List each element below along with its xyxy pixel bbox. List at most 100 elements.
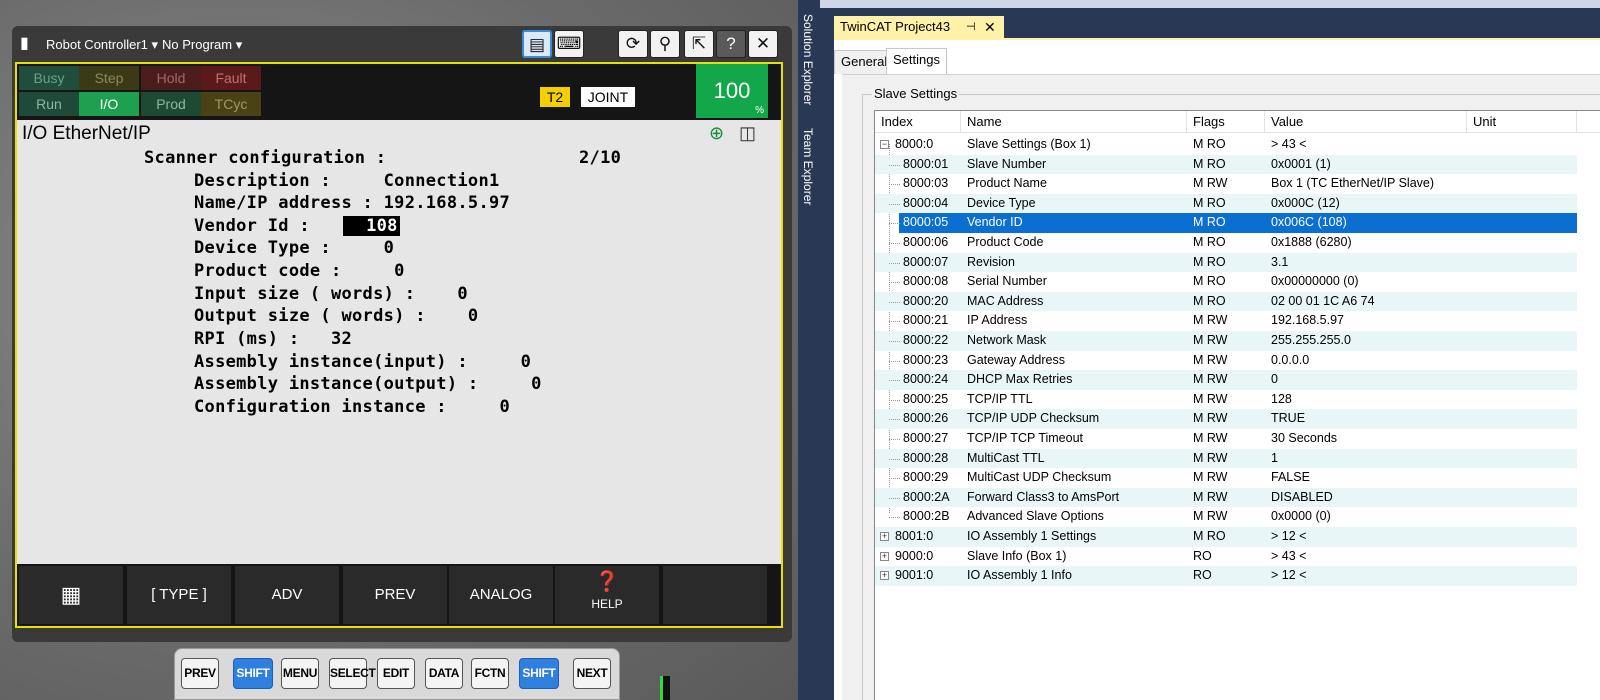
table-row[interactable]: 8000:27 TCP/IP TCP Timeout M RW 30 Secon…: [875, 429, 1577, 449]
robot-button[interactable]: ⚲: [650, 30, 680, 58]
softkey-blank[interactable]: [663, 566, 767, 624]
description-line[interactable]: Description : Connection1: [194, 171, 500, 191]
refresh-button[interactable]: ⟳: [618, 30, 648, 58]
asm-output-line[interactable]: Assembly instance(output) : 0: [194, 374, 542, 394]
pin-icon[interactable]: ⊣: [966, 16, 976, 38]
table-row-selected[interactable]: 8000:05 Vendor ID M RO 0x006C (108): [899, 213, 1577, 233]
close-button[interactable]: ✕: [748, 30, 778, 58]
table-row[interactable]: 8000:08 Serial Number M RO 0x00000000 (0…: [875, 272, 1577, 292]
tab-settings[interactable]: Settings: [886, 48, 947, 74]
expand-icon[interactable]: +: [880, 532, 889, 541]
zoom-icon[interactable]: ⊕: [709, 123, 724, 144]
controller-selector[interactable]: Robot Controller1 ▾: [46, 37, 158, 53]
tree-branch: [889, 184, 901, 186]
expand-icon[interactable]: +: [880, 571, 889, 581]
help-button[interactable]: ?: [716, 30, 746, 58]
table-row[interactable]: 8000:22 Network Mask M RW 255.255.255.0: [875, 331, 1577, 351]
collapse-icon[interactable]: −: [880, 140, 889, 149]
tree-branch: [889, 243, 901, 244]
row-index: 8000:01: [903, 156, 949, 171]
key-next[interactable]: NEXT: [573, 658, 611, 689]
key-data[interactable]: DATA: [425, 658, 463, 689]
keyboard-button[interactable]: ⌨: [554, 30, 584, 58]
settings-grid: Index Name Flags Value Unit − 8000:0 Sla…: [874, 110, 1600, 700]
table-row[interactable]: + 9000:0 Slave Info (Box 1) RO > 43 <: [875, 547, 1577, 567]
table-row[interactable]: 8000:23 Gateway Address M RW 0.0.0.0: [875, 351, 1577, 371]
coord-badge[interactable]: JOINT: [581, 87, 635, 107]
col-flags[interactable]: Flags: [1187, 111, 1265, 133]
row-value: DISABLED: [1271, 489, 1333, 504]
table-row[interactable]: 8000:2A Forward Class3 to AmsPort M RW D…: [875, 487, 1577, 508]
table-row[interactable]: 8000:20 MAC Address M RO 02 00 01 1C A6 …: [875, 291, 1577, 312]
table-row[interactable]: 8000:2B Advanced Slave Options M RW 0x00…: [875, 507, 1577, 527]
table-row[interactable]: + 8001:0 IO Assembly 1 Settings M RO > 1…: [875, 527, 1577, 547]
solution-explorer-tab[interactable]: Solution Explorer: [801, 14, 815, 105]
document-tab-title: TwinCAT Project43: [840, 19, 951, 34]
single-display-button[interactable]: ▤: [522, 30, 552, 58]
row-flags: M RO: [1193, 195, 1226, 210]
row-value: 0.0.0.0: [1271, 352, 1310, 367]
vendor-id-field[interactable]: 108: [343, 216, 400, 236]
row-name: Device Type: [967, 195, 1036, 210]
output-size-line[interactable]: Output size ( words) : 0: [194, 306, 478, 326]
table-row[interactable]: 8000:24 DHCP Max Retries M RW 0: [875, 370, 1577, 390]
close-tab-icon[interactable]: ✕: [984, 16, 996, 38]
table-row[interactable]: − 8000:0 Slave Settings (Box 1) M RO > 4…: [875, 135, 1577, 155]
table-row[interactable]: 8000:01 Slave Number M RO 0x0001 (1): [875, 154, 1577, 175]
key-fctn[interactable]: FCTN: [471, 658, 509, 689]
key-edit[interactable]: EDIT: [377, 658, 415, 689]
row-name: Product Name: [967, 176, 1047, 191]
col-index[interactable]: Index: [875, 111, 961, 133]
team-explorer-tab[interactable]: Team Explorer: [801, 128, 815, 205]
softkey-adv[interactable]: ADV: [235, 566, 339, 624]
name-ip-line[interactable]: Name/IP address : 192.168.5.97: [194, 193, 510, 213]
row-index: 8000:07: [903, 254, 949, 269]
tree-branch: [889, 164, 901, 166]
row-value: 1: [1271, 450, 1278, 465]
col-value[interactable]: Value: [1265, 111, 1467, 133]
table-row[interactable]: 8000:07 Revision M RO 3.1: [875, 252, 1577, 273]
key-prev[interactable]: PREV: [181, 658, 219, 689]
device-type-line[interactable]: Device Type : 0: [194, 238, 394, 258]
row-value: 0x0001 (1): [1271, 156, 1331, 171]
table-row[interactable]: 8000:04 Device Type M RO 0x000C (12): [875, 193, 1577, 214]
status-run: Run: [19, 92, 79, 116]
table-row[interactable]: 8000:29 MultiCast UDP Checksum M RW FALS…: [875, 468, 1577, 488]
product-code-line[interactable]: Product code : 0: [194, 261, 405, 281]
table-row[interactable]: 8000:25 TCP/IP TTL M RW 128: [875, 390, 1577, 410]
key-select[interactable]: SELECT: [329, 658, 376, 689]
controller-name: Robot Controller1: [46, 37, 148, 52]
asm-input-line[interactable]: Assembly instance(input) : 0: [194, 352, 531, 372]
softkey-help[interactable]: ❓ HELP: [555, 566, 659, 624]
input-size-line[interactable]: Input size ( words) : 0: [194, 284, 468, 304]
row-index: 8000:08: [903, 274, 949, 289]
rpi-line[interactable]: RPI (ms) : 32: [194, 329, 352, 349]
program-selector[interactable]: No Program ▾: [162, 37, 242, 53]
key-menu[interactable]: MENU: [281, 658, 319, 689]
hardware-keypad: PREV SHIFT MENU SELECT EDIT DATA FCTN SH…: [174, 648, 620, 700]
share-button[interactable]: ⇱: [684, 30, 714, 58]
table-row[interactable]: 8000:06 Product Code M RO 0x1888 (6280): [875, 233, 1577, 253]
col-unit[interactable]: Unit: [1467, 111, 1577, 133]
tree-branch: [889, 419, 901, 421]
table-row[interactable]: + 9001:0 IO Assembly 1 Info RO > 12 <: [875, 566, 1577, 586]
table-row[interactable]: 8000:28 MultiCast TTL M RW 1: [875, 448, 1577, 469]
menu-grid-icon[interactable]: ▦: [19, 566, 123, 624]
col-name[interactable]: Name: [961, 111, 1187, 133]
softkey-analog[interactable]: ANALOG: [449, 566, 553, 624]
expand-icon[interactable]: +: [880, 551, 889, 561]
table-row[interactable]: 8000:21 IP Address M RW 192.168.5.97: [875, 311, 1577, 331]
layout-icon[interactable]: ◫: [739, 123, 756, 144]
override-box[interactable]: 100 %: [696, 64, 768, 118]
row-index: 8000:05: [903, 215, 949, 230]
key-shift-left[interactable]: SHIFT: [233, 658, 273, 689]
softkey-prev[interactable]: PREV: [343, 566, 447, 624]
softkey-bar: ▦ [ TYPE ] ADV PREV ANALOG ❓ HELP: [15, 564, 783, 628]
softkey-type[interactable]: [ TYPE ]: [127, 566, 231, 624]
config-instance-line[interactable]: Configuration instance : 0: [194, 397, 510, 417]
document-tab[interactable]: TwinCAT Project43 ⊣ ✕: [834, 16, 1004, 38]
row-index: 8000:27: [903, 431, 949, 445]
table-row[interactable]: 8000:26 TCP/IP UDP Checksum M RW TRUE: [875, 409, 1577, 429]
key-shift-right[interactable]: SHIFT: [519, 658, 559, 689]
table-row[interactable]: 8000:03 Product Name M RW Box 1 (TC Ethe…: [875, 174, 1577, 194]
